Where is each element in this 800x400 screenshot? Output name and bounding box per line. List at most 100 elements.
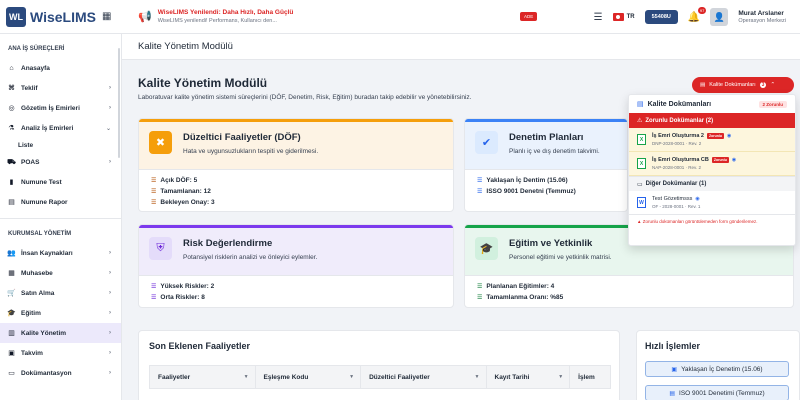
sidebar-item-dokumantasyon[interactable]: ▭ Dokümantasyon › xyxy=(0,363,121,383)
sidebar-item-kalite-yonetim[interactable]: ▥ Kalite Yönetim › xyxy=(0,323,121,343)
language-label: TR xyxy=(626,14,635,20)
sidebar-item-muhasebe[interactable]: ▦ Muhasebe › xyxy=(0,263,121,283)
sidebar-item-poas[interactable]: ⛟ POAS › xyxy=(0,152,121,172)
card-denetim[interactable]: ✔ Denetim Planları Planlı iç ve dış dene… xyxy=(464,118,628,212)
sidebar-item-label: Dokümantasyon xyxy=(21,369,72,377)
session-button[interactable]: 55408U xyxy=(644,10,678,24)
card-risk[interactable]: ⛨ Risk Değerlendirme Potansiyel riskleri… xyxy=(138,224,454,308)
column-header[interactable]: Düzeltici Faaliyetler ▼ xyxy=(361,365,487,389)
eye-icon[interactable]: ◉ xyxy=(727,133,731,139)
other-doc-item[interactable]: W Test Gözetimsss ◉ OF - 2028-0001 · Rev.… xyxy=(629,191,795,215)
required-badge: 2 Zorunlu xyxy=(758,100,787,108)
card-title: Denetim Planları xyxy=(509,132,584,143)
column-header[interactable]: Kayıt Tarihi ▼ xyxy=(487,365,571,389)
list-icon: ☰ xyxy=(151,189,157,195)
card-title: Risk Değerlendirme xyxy=(183,238,273,249)
eye-icon[interactable]: ◉ xyxy=(732,157,736,163)
logo[interactable]: WL WiseLIMS ▦ xyxy=(0,6,122,27)
warning-icon: ⚠ xyxy=(637,118,643,124)
chevron-right-icon: › xyxy=(109,270,111,276)
user-info[interactable]: Murat Arslaner Operasyon Merkezi xyxy=(738,10,786,24)
filter-icon[interactable]: ▼ xyxy=(558,374,563,380)
quick-action-button[interactable]: ▣ Yaklaşan İç Denetim (15.06) xyxy=(645,361,789,377)
filter-icon[interactable]: ▼ xyxy=(349,374,354,380)
column-header[interactable]: Faaliyetler ▼ xyxy=(150,365,256,389)
calendar-icon: ▣ xyxy=(8,350,15,357)
chevron-down-icon: ⌄ xyxy=(105,125,111,132)
sidebar-item-takvim[interactable]: ▣ Takvim › xyxy=(0,343,121,363)
graduation-icon: 🎓 xyxy=(475,237,498,260)
quality-docs-button[interactable]: ▤ Kalite Dokümanları 3 ⌃ xyxy=(692,77,794,93)
word-file-icon: W xyxy=(637,197,646,208)
sidebar-item-insan-kaynaklari[interactable]: 👥 İnsan Kaynakları › xyxy=(0,243,121,263)
card-subtitle: Hata ve uygunsuzlukların tespiti ve gide… xyxy=(183,148,319,155)
quality-docs-count: 3 xyxy=(759,82,767,88)
folder-icon: ▭ xyxy=(8,370,15,377)
doc-name: İş Emri Oluşturma 2 xyxy=(652,133,704,139)
vial-icon: ▮ xyxy=(9,179,14,186)
avatar[interactable]: 👤 xyxy=(710,8,729,26)
panel-title: Son Eklenen Faaliyetler xyxy=(149,341,251,351)
dropdown-warning: ▲ Zorunlu dokümanları görüntülemeden for… xyxy=(637,219,758,224)
announcement[interactable]: 📢 WiseLIMS Yenilendi: Daha Hızlı, Daha G… xyxy=(138,9,438,24)
sidebar-item-numune-rapor[interactable]: ▤ Numune Rapor xyxy=(0,192,121,212)
sidebar-item-gozetim[interactable]: ◎ Gözetim İş Emirleri › xyxy=(0,98,121,118)
folder-icon: ▭ xyxy=(637,181,643,188)
column-header[interactable]: İşlem xyxy=(570,365,610,389)
clipboard-check-icon: ✔ xyxy=(475,131,498,154)
sidebar-item-label: Takvim xyxy=(21,349,43,357)
file-icon: ▤ xyxy=(700,82,706,88)
required-doc-item[interactable]: X İş Emri Oluşturma CB Zorunlu ◉ NAP-2028-… xyxy=(629,152,795,176)
chevron-right-icon: › xyxy=(109,250,111,256)
user-role: Operasyon Merkezi xyxy=(738,18,786,24)
new-badge[interactable]: ADE xyxy=(520,12,538,21)
sidebar-item-label: İnsan Kaynakları xyxy=(21,249,73,257)
calculator-icon: ▦ xyxy=(8,270,15,277)
sidebar-item-label: Satın Alma xyxy=(21,289,55,297)
sidebar-item-teklif[interactable]: ⌘ Teklif › xyxy=(0,78,121,98)
excel-file-icon: X xyxy=(637,158,646,169)
filter-icon[interactable]: ▼ xyxy=(475,374,480,380)
doc-code: OF - 2028-0001 · Rev. 1 xyxy=(652,204,701,209)
sidebar-item-label: POAS xyxy=(21,158,40,166)
column-header[interactable]: Eşleşme Kodu ▼ xyxy=(256,365,362,389)
filter-icon[interactable]: ▼ xyxy=(244,374,249,380)
sidebar-item-anasayfa[interactable]: ⌂ Anasayfa xyxy=(0,58,121,78)
doc-code: NAP-2028-0001 · Rev. 2 xyxy=(652,165,701,170)
list-icon: ☰ xyxy=(477,284,483,290)
sidebar-section-corporate: KURUMSAL YÖNETİM xyxy=(8,231,72,237)
sidebar-item-label: Numune Rapor xyxy=(21,198,68,206)
menu-icon[interactable]: ☰ xyxy=(594,12,603,23)
list-icon: ☰ xyxy=(151,295,157,301)
sidebar-item-label: Gözetim İş Emirleri xyxy=(21,104,80,112)
logo-text: WiseLIMS xyxy=(30,8,96,25)
required-section: ⚠ Zorunlu Dokümanlar (2) xyxy=(629,113,795,128)
card-title: Düzeltici Faaliyetler (DÖF) xyxy=(183,132,301,143)
card-subtitle: Planlı iç ve dış denetim takvimi. xyxy=(509,148,600,155)
quick-action-button[interactable]: ▤ ISO 9001 Denetimi (Temmuz) xyxy=(645,385,789,400)
announcement-title: WiseLIMS Yenilendi: Daha Hızlı, Daha Güç… xyxy=(157,9,294,16)
sidebar-item-label: Muhasebe xyxy=(21,269,53,277)
list-icon: ☰ xyxy=(477,189,483,195)
users-icon: 👥 xyxy=(7,250,16,257)
sidebar-item-egitim[interactable]: 🎓 Eğitim › xyxy=(0,303,121,323)
language-selector[interactable]: TR xyxy=(612,13,635,21)
flag-icon xyxy=(612,13,624,21)
truck-icon: ⛟ xyxy=(7,158,16,166)
dropdown-title: Kalite Dokümanları xyxy=(647,100,712,108)
doc-code: DNP-2028-0001 · Rev. 2 xyxy=(652,141,702,146)
card-dof[interactable]: ✖ Düzeltici Faaliyetler (DÖF) Hata ve uy… xyxy=(138,118,454,212)
sidebar-item-analiz[interactable]: ⚗ Analiz İş Emirleri ⌄ xyxy=(0,118,121,138)
notification-bell[interactable]: 🔔 97 xyxy=(688,6,707,23)
flask-icon: ⚗ xyxy=(8,125,15,132)
sidebar-subitem-liste[interactable]: Liste xyxy=(0,138,121,152)
sidebar-item-numune-test[interactable]: ▮ Numune Test xyxy=(0,172,121,192)
megaphone-icon: 📢 xyxy=(138,11,152,23)
chevron-right-icon: › xyxy=(109,330,111,336)
grid-icon[interactable]: ▦ xyxy=(102,11,111,22)
required-doc-item[interactable]: X İş Emri Oluşturma 2 Zorunlu ◉ DNP-2028-0… xyxy=(629,128,795,152)
sidebar-item-satin-alma[interactable]: 🛒 Satın Alma › xyxy=(0,283,121,303)
eye-icon[interactable]: ◉ xyxy=(695,196,699,202)
page-header: Kalite Yönetim Modülü xyxy=(122,34,800,60)
doc-name: Test Gözetimsss xyxy=(652,196,693,202)
